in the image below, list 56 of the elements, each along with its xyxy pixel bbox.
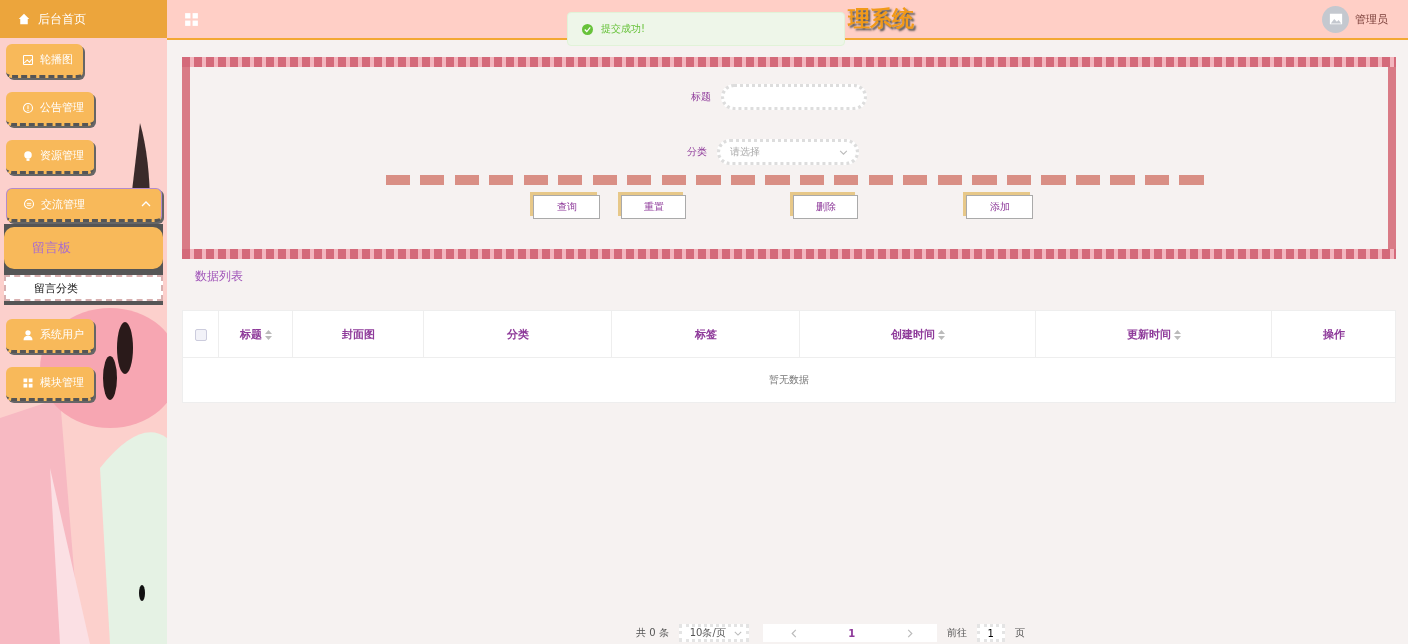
chevron-icon — [733, 630, 742, 636]
check-circle-icon — [582, 23, 593, 35]
column-header: 封面图 — [341, 327, 375, 341]
select-field[interactable]: 请选择 — [716, 139, 859, 165]
sort-icon[interactable] — [1173, 329, 1181, 340]
grid-icon — [22, 376, 34, 389]
sort-icon[interactable] — [937, 329, 945, 340]
sidebar-menu-item[interactable]: 交流管理 — [6, 188, 162, 222]
page-unit: 页 — [1014, 626, 1025, 640]
action-button[interactable]: 查询 — [533, 195, 600, 219]
goto-label: 前往 — [946, 626, 967, 640]
action-button[interactable]: 重置 — [621, 195, 686, 219]
column-header: 更新时间 — [1126, 327, 1171, 341]
action-button[interactable]: 删除 — [793, 195, 858, 219]
submenu-item[interactable]: 留言分类 — [4, 275, 163, 301]
field-label: 标题 — [691, 90, 711, 104]
empty-text: 暂无数据 — [769, 374, 809, 385]
app-title: 理系统 — [848, 5, 914, 33]
checkbox[interactable] — [194, 328, 207, 341]
bulb-icon — [22, 149, 34, 162]
sidebar-menu-item[interactable]: 系统用户 — [6, 319, 94, 353]
input-field[interactable] — [721, 84, 867, 110]
toast-message: 提交成功! — [601, 22, 645, 36]
sort-icon[interactable] — [264, 329, 272, 340]
sidebar-menu-item[interactable]: 模块管理 — [6, 367, 94, 401]
page-number[interactable]: 1 — [842, 626, 862, 640]
info-icon — [22, 101, 34, 114]
sidebar-menu-item[interactable]: 轮播图 — [6, 44, 83, 78]
page-size-select[interactable]: 10条/页 — [678, 624, 749, 642]
total-count: 共 0 条 — [636, 626, 669, 640]
next-page-icon[interactable] — [906, 628, 913, 638]
chat-icon — [23, 198, 35, 210]
menu-label: 后台首页 — [38, 10, 86, 28]
column-header: 标题 — [239, 327, 262, 341]
prev-page-icon[interactable] — [790, 628, 797, 638]
field-label: 分类 — [686, 145, 707, 159]
section-title: 数据列表 — [195, 268, 244, 285]
goto-page-field[interactable]: 1 — [976, 624, 1005, 642]
column-header: 标签 — [694, 327, 717, 341]
column-header: 分类 — [506, 327, 529, 341]
user-name: 管理员 — [1355, 11, 1388, 27]
grid-menu-icon[interactable] — [183, 10, 200, 28]
home-icon — [18, 13, 30, 25]
sidebar-menu-item[interactable]: 公告管理 — [6, 92, 94, 126]
user-icon — [22, 328, 34, 341]
submenu-item[interactable]: 留言板 — [4, 227, 163, 269]
caret-icon — [141, 201, 151, 207]
avatar[interactable] — [1322, 5, 1349, 33]
image-icon — [22, 53, 34, 66]
sidebar-menu-item[interactable]: 资源管理 — [6, 140, 94, 174]
action-button[interactable]: 添加 — [966, 195, 1033, 219]
chevron-icon — [838, 149, 848, 155]
column-header: 操作 — [1322, 327, 1345, 341]
home-menu-item[interactable]: 后台首页 — [0, 0, 167, 38]
column-header: 创建时间 — [890, 327, 935, 341]
image-icon — [1328, 12, 1343, 26]
